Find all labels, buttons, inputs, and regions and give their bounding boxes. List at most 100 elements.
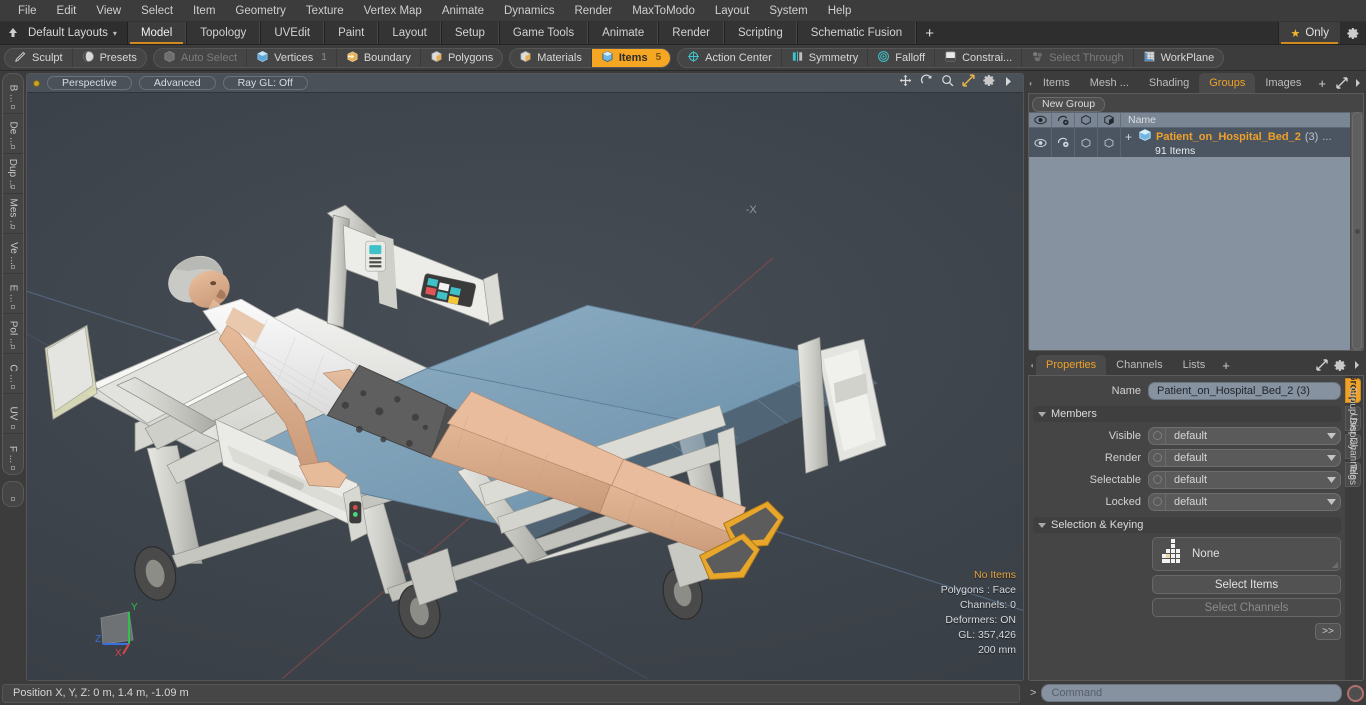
render-dropdown[interactable]: default <box>1148 448 1341 467</box>
tab-animate[interactable]: Animate <box>588 22 659 44</box>
record-icon[interactable] <box>1347 684 1364 702</box>
tree-expander-icon[interactable]: + <box>1125 131 1134 143</box>
gear-icon[interactable] <box>1331 355 1350 375</box>
auto-select-button[interactable]: Auto Select <box>154 48 248 67</box>
chevron-right-icon[interactable] <box>1350 355 1364 375</box>
rail-item-uv[interactable]: UV <box>3 394 23 434</box>
gear-icon[interactable] <box>983 74 996 92</box>
row-render-icon[interactable] <box>1052 128 1075 157</box>
viewport-shading-selector[interactable]: Advanced <box>138 76 216 90</box>
menu-item-texture[interactable]: Texture <box>296 3 354 19</box>
rail-item-dup[interactable]: Dup ... <box>3 154 23 194</box>
more-options-button[interactable]: >> <box>1315 623 1341 640</box>
vertices-button[interactable]: Vertices 1 <box>247 48 337 67</box>
tab-scripting[interactable]: Scripting <box>723 22 797 44</box>
cube-shade-icon[interactable] <box>1098 113 1121 127</box>
home-arrow-icon[interactable] <box>0 22 26 44</box>
command-input[interactable]: Command <box>1041 684 1342 702</box>
panel-tab-groups[interactable]: Groups <box>1199 73 1256 93</box>
members-section-header[interactable]: Members <box>1033 406 1341 422</box>
tree-row-name-cell[interactable]: + Patient_on_Hospital_Bed_2 (3) ... 91 I… <box>1121 128 1350 157</box>
polygons-button[interactable]: Polygons <box>421 49 502 67</box>
move-icon[interactable] <box>899 74 912 92</box>
menu-item-maxtomodo[interactable]: MaxToModo <box>622 3 705 19</box>
symmetry-button[interactable]: Symmetry <box>782 48 869 67</box>
materials-button[interactable]: Materials <box>510 48 592 67</box>
chevron-right-icon[interactable] <box>1351 73 1365 93</box>
tab-render[interactable]: Render <box>658 22 724 44</box>
side-tab-tags[interactable]: Tags <box>1345 462 1361 487</box>
menu-item-vertex-map[interactable]: Vertex Map <box>354 3 432 19</box>
menu-item-animate[interactable]: Animate <box>432 3 494 19</box>
side-tab-user-channels[interactable]: User Channels <box>1345 413 1361 480</box>
fit-icon[interactable] <box>962 74 975 92</box>
viewport-state-dot[interactable] <box>33 79 40 87</box>
layout-selector[interactable]: Default Layouts ▾ <box>26 22 127 44</box>
menu-item-file[interactable]: File <box>8 3 47 19</box>
menu-item-layout[interactable]: Layout <box>705 3 760 19</box>
constraint-button[interactable]: Constrai... <box>935 48 1023 67</box>
tab-game-tools[interactable]: Game Tools <box>498 22 589 44</box>
presets-button[interactable]: Presets <box>73 49 146 67</box>
tree-empty-area[interactable] <box>1029 157 1350 350</box>
solo-toggle-button[interactable] <box>2 481 24 507</box>
menu-item-item[interactable]: Item <box>183 3 225 19</box>
items-button[interactable]: Items 5 <box>591 48 671 67</box>
groups-scrollbar[interactable] <box>1350 112 1363 350</box>
render-knob-icon[interactable] <box>1149 449 1166 466</box>
visible-dropdown[interactable]: default <box>1148 426 1341 445</box>
select-through-button[interactable]: Select Through <box>1022 48 1134 67</box>
tab-model[interactable]: Model <box>126 22 187 44</box>
boundary-button[interactable]: Boundary <box>337 48 421 67</box>
expand-icon[interactable] <box>1333 73 1351 93</box>
menu-item-view[interactable]: View <box>86 3 131 19</box>
locked-dropdown[interactable]: default <box>1148 492 1341 511</box>
properties-add-tab-button[interactable]: + <box>1215 355 1237 375</box>
chevron-right-icon[interactable] <box>1004 74 1013 92</box>
selection-keying-section-header[interactable]: Selection & Keying <box>1033 517 1341 533</box>
rail-item-de[interactable]: De ... <box>3 114 23 154</box>
properties-tab-lists[interactable]: Lists <box>1172 355 1216 375</box>
viewport-canvas[interactable]: -X Y Z X No Items Polygons: Face Channe… <box>27 93 1023 680</box>
viewport-raygl-selector[interactable]: Ray GL: Off <box>222 76 308 90</box>
menu-item-help[interactable]: Help <box>818 3 862 19</box>
row-cube-shade-icon[interactable] <box>1098 128 1121 157</box>
rail-item-mes[interactable]: Mes ... <box>3 194 23 234</box>
panel-tab-mesh[interactable]: Mesh ... <box>1079 73 1139 93</box>
locked-knob-icon[interactable] <box>1149 493 1166 510</box>
rail-item-f[interactable]: F ... <box>3 434 23 474</box>
rail-item-e[interactable]: E ... <box>3 274 23 314</box>
cube-outline-icon[interactable] <box>1075 113 1098 127</box>
panel-tab-shading[interactable]: Shading <box>1138 73 1200 93</box>
eye-icon[interactable] <box>1029 113 1052 127</box>
zoom-icon[interactable] <box>941 74 954 92</box>
properties-collapse-icon[interactable]: ◖ <box>1028 355 1036 375</box>
tab-schematic-fusion[interactable]: Schematic Fusion <box>796 22 917 44</box>
rail-item-ve[interactable]: Ve ... <box>3 234 23 274</box>
falloff-button[interactable]: Falloff <box>868 48 936 67</box>
tab-uvedit[interactable]: UVEdit <box>260 22 325 44</box>
panel-add-tab-button[interactable]: + <box>1311 73 1333 93</box>
panel-tab-items[interactable]: Items <box>1032 73 1080 93</box>
new-group-button[interactable]: New Group <box>1032 96 1106 112</box>
axis-gizmo[interactable]: Y Z X <box>89 598 149 659</box>
menu-item-geometry[interactable]: Geometry <box>225 3 296 19</box>
rail-item-c[interactable]: C ... <box>3 354 23 394</box>
selection-preset-box[interactable]: None <box>1152 537 1341 571</box>
group-tree-body[interactable]: + Patient_on_Hospital_Bed_2 (3) ... 91 I… <box>1029 128 1350 350</box>
expand-icon[interactable] <box>1313 355 1331 375</box>
menu-item-select[interactable]: Select <box>131 3 183 19</box>
rotate-icon[interactable] <box>920 74 933 92</box>
tab-paint[interactable]: Paint <box>324 22 379 44</box>
properties-tab-channels[interactable]: Channels <box>1106 355 1173 375</box>
tab-setup[interactable]: Setup <box>440 22 499 44</box>
panel-tab-images[interactable]: Images <box>1255 73 1312 93</box>
workplane-button[interactable]: WorkPlane <box>1134 49 1224 67</box>
add-tab-button[interactable]: + <box>916 22 942 44</box>
gear-icon[interactable] <box>1340 22 1366 44</box>
groups-scrollbar-thumb[interactable] <box>1352 112 1362 350</box>
tree-row[interactable]: + Patient_on_Hospital_Bed_2 (3) ... 91 I… <box>1029 128 1350 157</box>
row-cube-outline-icon[interactable] <box>1075 128 1098 157</box>
name-field[interactable]: Patient_on_Hospital_Bed_2 (3) <box>1148 381 1341 400</box>
render-icon[interactable] <box>1052 113 1075 127</box>
